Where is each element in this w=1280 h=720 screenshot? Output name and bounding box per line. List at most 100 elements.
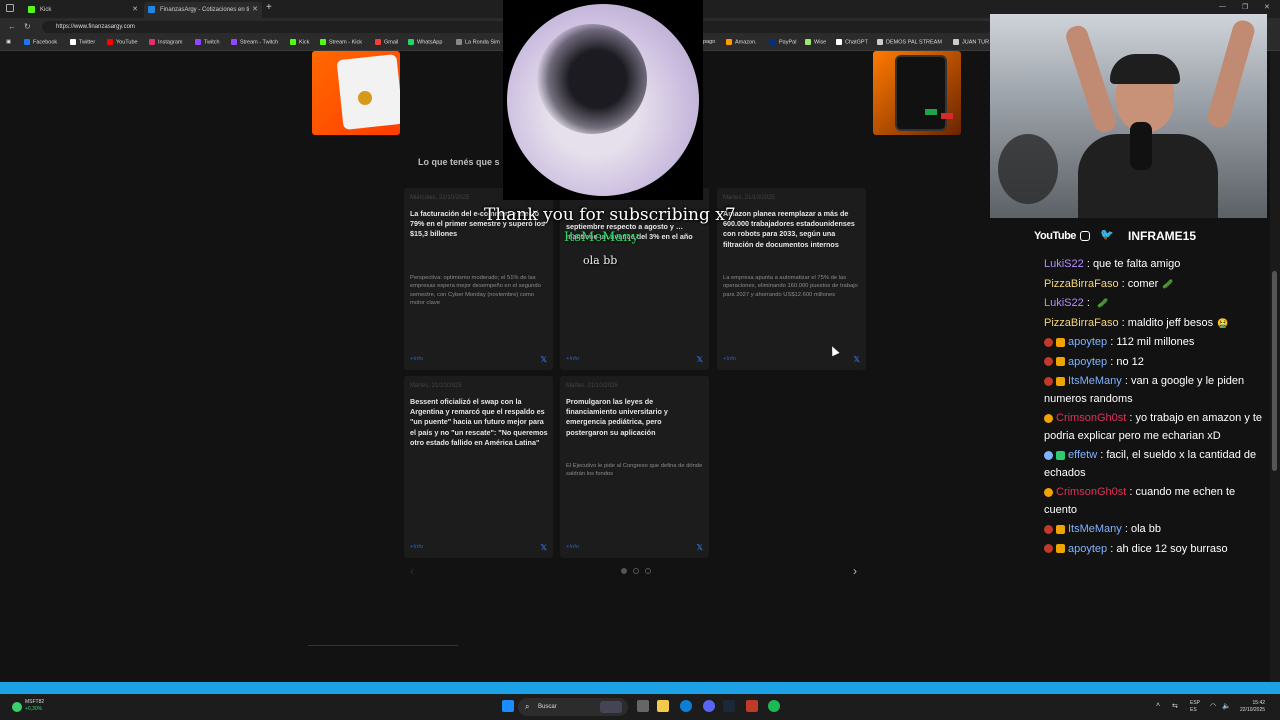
bookmark-wise[interactable]: Wise xyxy=(805,39,826,45)
spotify-icon[interactable] xyxy=(768,700,780,712)
bookmark-icon xyxy=(456,39,462,45)
bookmark-la-ronda[interactable]: La Ronda Sim xyxy=(456,39,500,45)
bookmark-gmail[interactable]: Gmail xyxy=(375,39,398,45)
carousel-dot[interactable] xyxy=(621,568,627,574)
chat-message: PizzaBirraFaso : comer 🥒 xyxy=(1044,277,1174,290)
more-info-link[interactable]: +Info xyxy=(566,356,579,362)
language-indicator[interactable]: ESP ES xyxy=(1190,700,1200,714)
taskbar-search[interactable]: ⌕ Buscar xyxy=(518,698,628,716)
stock-widget-icon[interactable] xyxy=(12,702,22,712)
windows-start-icon[interactable] xyxy=(502,700,514,712)
bookmark-pago[interactable]: pago xyxy=(703,39,715,45)
bookmark-kick[interactable]: Kick xyxy=(290,39,309,45)
tray-chevron-icon[interactable]: ˄ xyxy=(1156,702,1160,709)
bookmark-juan[interactable]: JUAN TUR xyxy=(953,39,989,45)
carousel-dot[interactable] xyxy=(633,568,639,574)
webcam-feed xyxy=(990,14,1267,218)
tab-kick[interactable]: Kick ✕ xyxy=(24,2,142,18)
chat-username[interactable]: ItsMeMany xyxy=(1068,375,1122,387)
progress-strip xyxy=(0,682,1280,694)
chat-username[interactable]: CrimsonGh0st xyxy=(1056,412,1126,424)
chat-message: CrimsonGh0st : yo trabajo en amazon y te… xyxy=(1044,412,1263,442)
x-share-icon[interactable]: 𝕏 xyxy=(697,543,703,552)
close-tab-icon[interactable]: ✕ xyxy=(132,5,138,13)
news-headline[interactable]: Amazon planea reemplazar a más de 600.00… xyxy=(723,209,861,250)
volume-icon[interactable]: 🔈 xyxy=(1222,702,1231,710)
system-clock[interactable]: 15:42 22/10/2025 xyxy=(1240,700,1265,714)
tab-label: Kick xyxy=(40,7,52,13)
chat-message: apoytep : 112 mil millones xyxy=(1044,334,1269,352)
chat-username[interactable]: PizzaBirraFaso xyxy=(1044,278,1119,290)
tab-finanzasargy[interactable]: FinanzasArgy - Cotizaciones en ti ✕ xyxy=(144,2,262,18)
news-headline[interactable]: Promulgaron las leyes de financiamiento … xyxy=(566,397,704,438)
steam-icon[interactable] xyxy=(723,700,735,712)
edge-icon[interactable] xyxy=(680,700,692,712)
bookmark-amazon[interactable]: Amazon. xyxy=(726,39,757,45)
carousel-dot[interactable] xyxy=(645,568,651,574)
chat-username[interactable]: PizzaBirraFaso xyxy=(1044,317,1119,329)
back-icon[interactable]: ← xyxy=(8,22,16,31)
carousel-prev-icon[interactable]: ‹ xyxy=(410,564,414,578)
minimize-icon[interactable]: — xyxy=(1219,3,1226,10)
bookmark-twitter[interactable]: Twitter xyxy=(70,39,95,45)
x-share-icon[interactable]: 𝕏 xyxy=(541,543,547,552)
news-headline[interactable]: Bessent oficializó el swap con la Argent… xyxy=(410,397,548,448)
task-view-icon[interactable] xyxy=(637,700,649,712)
reload-icon[interactable]: ↻ xyxy=(24,22,31,31)
chat-message: ItsMeMany : ola bb xyxy=(1044,521,1269,539)
bookmark-stream-twitch[interactable]: Stream - Twitch xyxy=(231,39,278,45)
chatgpt-icon xyxy=(836,39,842,45)
bookmark-paypal[interactable]: PayPal xyxy=(770,39,796,45)
more-info-link[interactable]: +Info xyxy=(410,356,423,362)
x-share-icon[interactable]: 𝕏 xyxy=(854,355,860,364)
scrollbar-thumb[interactable] xyxy=(1272,271,1277,471)
page-scrollbar[interactable] xyxy=(1270,51,1280,682)
bookmark-twitch[interactable]: Twitch xyxy=(195,39,220,45)
news-card[interactable]: Martes, 21/10/2025 Promulgaron las leyes… xyxy=(560,376,709,558)
bookmark-chatgpt[interactable]: ChatGPT xyxy=(836,39,868,45)
obs-icon[interactable] xyxy=(746,700,758,712)
x-share-icon[interactable]: 𝕏 xyxy=(697,355,703,364)
bookmark-instagram[interactable]: Instagram xyxy=(149,39,182,45)
chat-username[interactable]: LukiS22 xyxy=(1044,297,1084,309)
x-share-icon[interactable]: 𝕏 xyxy=(541,355,547,364)
chat-username[interactable]: CrimsonGh0st xyxy=(1056,486,1126,498)
instagram-icon xyxy=(1080,231,1090,241)
more-info-link[interactable]: +Info xyxy=(723,356,736,362)
chat-username[interactable]: LukiS22 xyxy=(1044,258,1084,270)
bookmark-demos[interactable]: DEMOS PAL STREAM xyxy=(877,39,942,45)
bookmark-youtube[interactable]: YouTube xyxy=(107,39,138,45)
news-thumbnail-cards[interactable] xyxy=(312,51,400,135)
chat-username[interactable]: ItsMeMany xyxy=(1068,523,1122,535)
network-icon[interactable]: ⇆ xyxy=(1172,702,1178,710)
more-info-link[interactable]: +Info xyxy=(410,544,423,550)
stock-widget[interactable]: MSFT82 +0,30% xyxy=(25,699,44,713)
bookmark-stream-kick[interactable]: Stream - Kick xyxy=(320,39,362,45)
chat-username[interactable]: apoytep xyxy=(1068,543,1107,555)
more-info-link[interactable]: +Info xyxy=(566,544,579,550)
chat-badge-icon xyxy=(1056,357,1065,367)
wifi-icon[interactable]: ◠ xyxy=(1210,702,1216,710)
bookmark-whatsapp[interactable]: WhatsApp xyxy=(408,39,442,45)
carousel-next-icon[interactable]: › xyxy=(853,564,857,578)
chat-username[interactable]: apoytep xyxy=(1068,336,1107,348)
close-window-icon[interactable]: ✕ xyxy=(1264,3,1270,11)
maximize-icon[interactable]: ❐ xyxy=(1242,3,1248,11)
new-tab-button[interactable]: + xyxy=(266,2,272,13)
news-card[interactable]: Martes, 21/10/2025 Bessent oficializó el… xyxy=(404,376,553,558)
bookmarks-icon[interactable]: ▣ xyxy=(6,39,11,45)
bookmark-facebook[interactable]: Facebook xyxy=(24,39,57,45)
news-thumbnail-phone[interactable] xyxy=(873,51,961,135)
twitch-icon xyxy=(195,39,201,45)
news-date: Miércoles, 22/10/2025 xyxy=(410,195,470,201)
news-card[interactable]: Martes, 21/10/2025 Amazon planea reempla… xyxy=(717,188,866,370)
close-tab-icon[interactable]: ✕ xyxy=(252,5,258,13)
chat-username[interactable]: apoytep xyxy=(1068,356,1107,368)
discord-icon[interactable] xyxy=(703,700,715,712)
tab-actions-icon[interactable] xyxy=(6,4,14,12)
chat-text: ah dice 12 soy burraso xyxy=(1116,542,1228,555)
facebook-icon xyxy=(24,39,30,45)
chat-text: no 12 xyxy=(1116,355,1144,368)
chat-username[interactable]: effetw xyxy=(1068,449,1097,461)
file-explorer-icon[interactable] xyxy=(657,700,669,712)
